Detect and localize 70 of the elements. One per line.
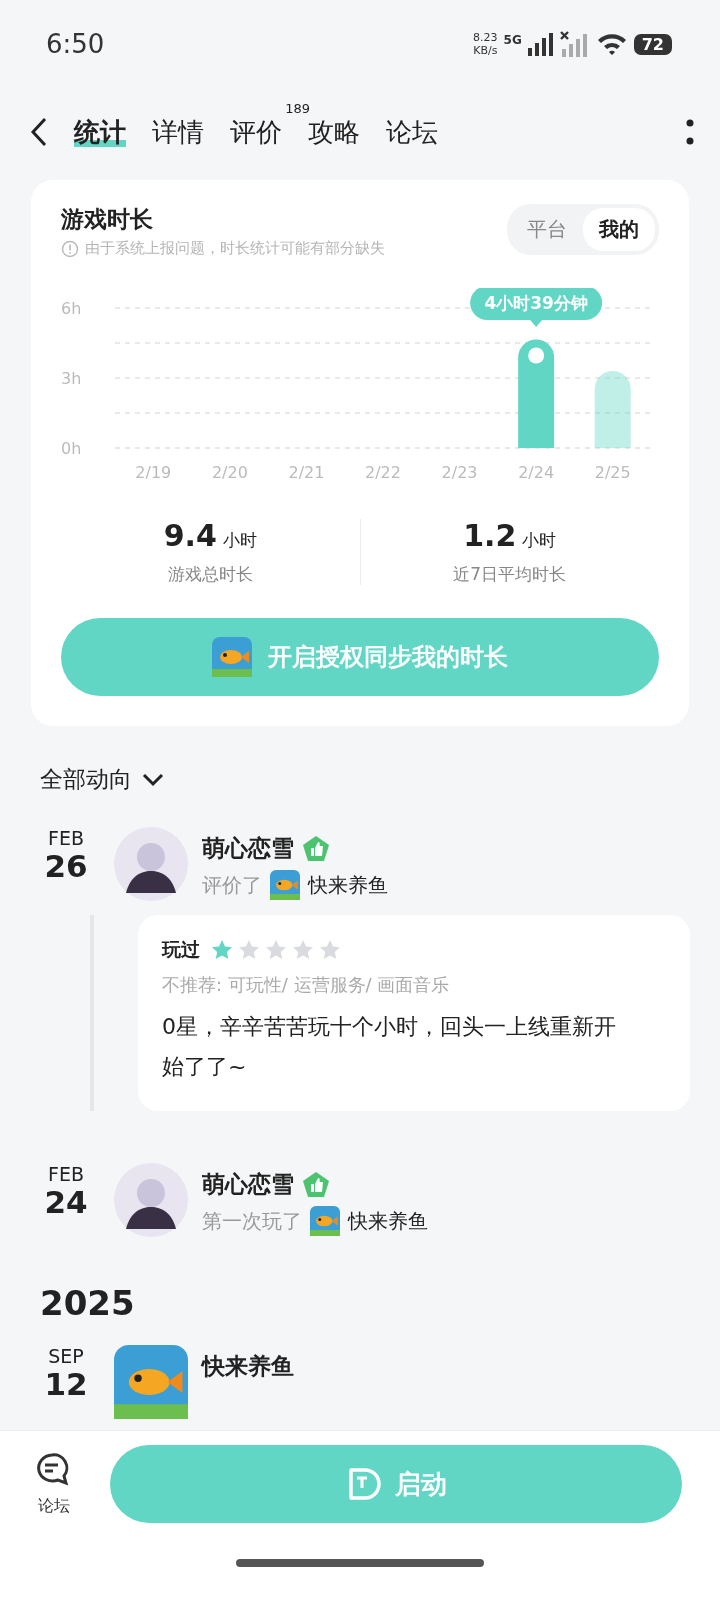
- back-icon[interactable]: [30, 117, 48, 147]
- value-tooltip: 4小时39分钟: [470, 288, 603, 327]
- tab[interactable]: 攻略: [308, 114, 360, 150]
- review-tags: 不推荐: 可玩性/ 运营服务/ 画面音乐: [162, 973, 666, 997]
- date-day: 12: [44, 1367, 88, 1401]
- notice-text: 由于系统上报问题，时长统计可能有部分缺失: [85, 239, 385, 258]
- signal-icon: [527, 32, 554, 56]
- clock: 6:50: [46, 29, 105, 59]
- axis-label: 3h: [61, 369, 82, 388]
- date-day: 26: [44, 849, 88, 883]
- fish-game-icon: [270, 870, 300, 900]
- stat-label: 近7日平均时长: [453, 563, 567, 586]
- thumbs-up-badge-icon: [302, 834, 330, 863]
- game-name[interactable]: 快来养鱼: [308, 871, 388, 899]
- play-status: 玩过: [162, 937, 200, 962]
- annotation: 4小时39分钟: [484, 293, 588, 313]
- date-day: 24: [44, 1185, 88, 1219]
- more-icon[interactable]: [686, 119, 694, 145]
- date-month: SEP: [48, 1345, 84, 1367]
- star-icon: [264, 938, 288, 962]
- user-name[interactable]: 萌心恋雪: [202, 1169, 294, 1200]
- axis-label: 0h: [61, 439, 82, 458]
- star-icon: [237, 938, 261, 962]
- axis-label: 2/23: [441, 463, 478, 482]
- stat-unit: 小时: [222, 529, 257, 552]
- user-name[interactable]: 快来养鱼: [202, 1351, 294, 1382]
- axis-label: 2/21: [288, 463, 325, 482]
- stat-value: 1.2: [463, 518, 517, 553]
- network-type: 5G: [503, 33, 522, 47]
- star-icon: [210, 938, 234, 962]
- forum-button[interactable]: 论坛: [34, 1451, 74, 1517]
- stat-label: 游戏总时长: [167, 563, 253, 586]
- axis-label: 2/20: [211, 463, 248, 482]
- filter-dropdown[interactable]: 全部动向: [0, 726, 720, 815]
- info-icon: [61, 239, 79, 258]
- tab[interactable]: 详情: [152, 114, 204, 150]
- axis-label: 2/24: [518, 463, 555, 482]
- card-title: 游戏时长: [61, 205, 154, 234]
- axis-label: 6h: [61, 299, 82, 318]
- toggle-option[interactable]: 我的: [583, 208, 655, 251]
- axis-label: 2/25: [594, 463, 631, 482]
- review-count: 189: [285, 100, 310, 116]
- axis-label: 2/19: [135, 463, 172, 482]
- avatar[interactable]: [114, 827, 188, 901]
- game-name[interactable]: 快来养鱼: [348, 1207, 428, 1235]
- fish-game-icon: [114, 1345, 188, 1419]
- chevron-down-icon: [142, 772, 164, 787]
- point-marker: [528, 347, 545, 364]
- fish-game-icon: [212, 637, 252, 677]
- avatar[interactable]: [114, 1163, 188, 1237]
- date-month: FEB: [48, 1163, 84, 1185]
- network-speed: 8.23: [473, 31, 498, 44]
- activity-text: 评价了: [202, 871, 262, 899]
- star-icon: [318, 938, 342, 962]
- activity-text: 第一次玩了: [202, 1207, 302, 1235]
- fish-game-icon: [310, 1206, 340, 1236]
- no-signal-icon: [559, 31, 590, 57]
- axis-label: 2/22: [365, 463, 401, 482]
- tab[interactable]: 论坛: [386, 114, 438, 150]
- review-card[interactable]: 玩过 不推荐: 可玩性/ 运营服务/ 画面音乐 0星，辛辛苦苦玩十个小时，回头一上线重新开始了了~: [138, 915, 690, 1111]
- stat-unit: 小时: [522, 529, 557, 552]
- star-icon: [291, 938, 315, 962]
- stat-value: 9.4: [163, 518, 217, 553]
- thumbs-up-badge-icon: [302, 1170, 330, 1199]
- year-heading: 2025: [39, 1282, 136, 1325]
- user-name[interactable]: 萌心恋雪: [202, 833, 294, 864]
- review-text: 0星，辛辛苦苦玩十个小时，回头一上线重新开始了了~: [162, 1013, 617, 1081]
- date-month: FEB: [48, 827, 84, 849]
- battery-level: 72: [633, 33, 672, 55]
- network-speed-unit: KB/s: [473, 44, 498, 57]
